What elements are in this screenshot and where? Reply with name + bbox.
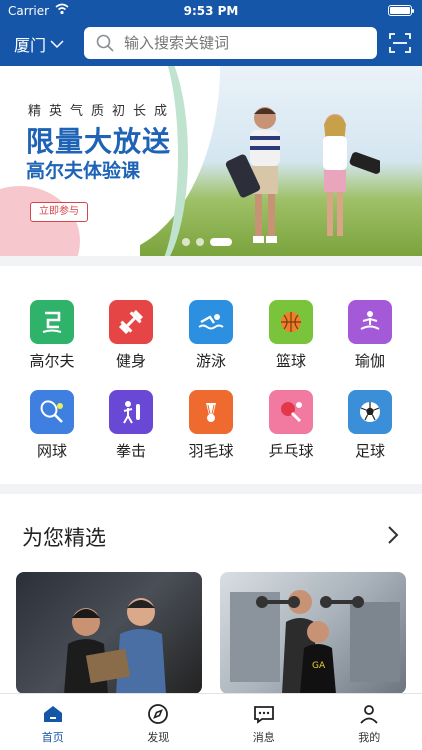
compass-icon [148,704,169,724]
section-title: 为您精选 [22,526,106,550]
category-grid: 高尔夫 健身 游泳 篮球 瑜伽 网球 拳击 羽毛球 乒乓球 足球 [0,266,422,484]
battery-icon [388,5,414,16]
city-label: 厦门 [14,36,47,55]
category-label: 足球 [354,442,385,460]
category-label: 网球 [36,442,67,460]
join-button[interactable]: 立即参与 [30,202,88,222]
tab-bar: 首页 发现 消息 我的 [0,693,422,750]
search-icon [96,34,114,52]
message-icon [253,706,274,724]
search-box[interactable] [84,27,377,59]
dumbbell-icon [109,300,153,344]
category-swimming[interactable]: 游泳 [176,300,246,371]
chevron-right-icon[interactable] [386,524,400,546]
featured-card[interactable]: GA [220,572,406,694]
category-label: 拳击 [115,442,146,460]
carousel-dot[interactable] [182,238,190,246]
boxing-icon [109,390,153,434]
category-boxing[interactable]: 拳击 [96,390,166,461]
tab-home[interactable]: 首页 [0,694,106,750]
chevron-down-icon [50,40,64,49]
category-label: 高尔夫 [29,352,75,370]
category-label: 健身 [115,352,146,370]
tennis-icon [30,390,74,434]
category-label: 羽毛球 [188,442,234,460]
banner-headline: 限量大放送 [26,125,172,158]
category-label: 乒乓球 [268,442,314,460]
tab-discover[interactable]: 发现 [106,694,212,750]
category-yoga[interactable]: 瑜伽 [335,300,405,371]
svg-text:GA: GA [312,661,326,671]
category-fitness[interactable]: 健身 [96,300,166,371]
scan-icon[interactable] [388,31,412,55]
banner-slogan: 精英气质初长成 [28,104,176,119]
tab-profile[interactable]: 我的 [317,694,422,750]
category-football[interactable]: 足球 [335,390,405,461]
card-photo [64,598,166,694]
card-photo: GA [230,590,400,694]
tab-label: 消息 [252,731,275,744]
clock: 9:53 PM [183,4,239,18]
basketball-icon [269,300,313,344]
city-selector[interactable]: 厦门 [14,32,64,56]
promo-banner[interactable]: 精英气质初长成 限量大放送 高尔夫体验课 立即参与 [0,66,422,256]
tab-messages[interactable]: 消息 [211,694,317,750]
top-bar: Carrier 9:53 PM 厦门 [0,0,422,66]
carousel-indicator [0,238,422,246]
search-input[interactable] [124,34,344,52]
featured-card[interactable] [16,572,202,694]
tab-label: 首页 [41,731,64,744]
pingpong-icon [269,390,313,434]
category-tennis[interactable]: 网球 [17,390,87,461]
yoga-icon [348,300,392,344]
profile-icon [360,705,378,724]
swimming-icon [189,300,233,344]
featured-section: 为您精选 GA [0,494,422,694]
category-basketball[interactable]: 篮球 [256,300,326,371]
banner-photo [225,107,380,243]
badminton-icon [189,390,233,434]
category-label: 瑜伽 [354,352,385,370]
status-bar: Carrier 9:53 PM [0,0,422,22]
category-golf[interactable]: 高尔夫 [17,300,87,371]
tab-label: 发现 [147,731,170,744]
carousel-dot-active[interactable] [210,238,232,246]
category-label: 游泳 [195,352,226,370]
category-badminton[interactable]: 羽毛球 [176,390,246,461]
tab-label: 我的 [358,731,381,744]
category-pingpong[interactable]: 乒乓球 [256,390,326,461]
football-icon [348,390,392,434]
banner-subheadline: 高尔夫体验课 [26,160,141,182]
golf-icon [30,300,74,344]
carousel-dot[interactable] [196,238,204,246]
home-icon [43,706,62,722]
category-label: 篮球 [275,352,306,370]
